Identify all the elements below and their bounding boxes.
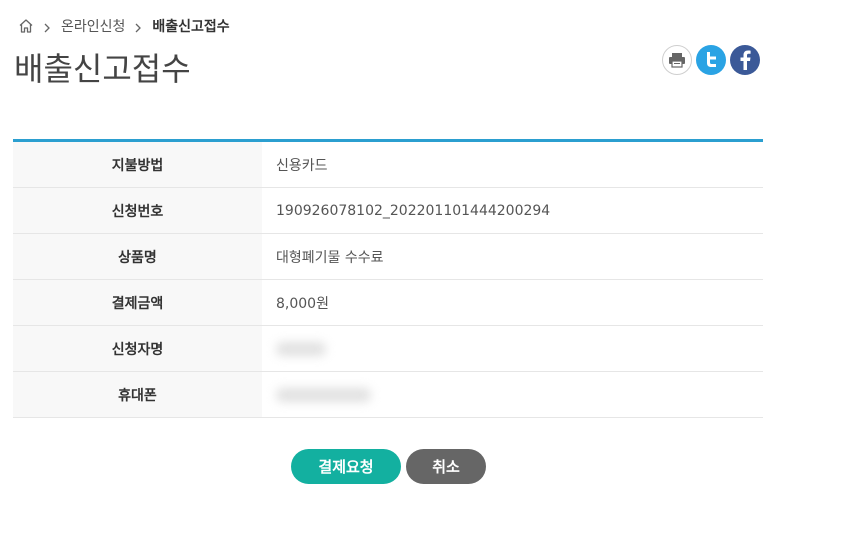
table-row: 결제금액 8,000원 [13,280,763,326]
table-row: 지불방법 신용카드 [13,142,763,188]
row-value: 신용카드 [276,157,328,174]
row-value: 대형폐기물 수수료 [276,249,384,266]
facebook-icon[interactable] [730,45,760,75]
page: 온라인신청 배출신고접수 배출신고접수 지불방법 신용카드 신청번호 19092… [0,0,845,538]
print-icon[interactable] [662,45,692,75]
breadcrumb-item-current: 배출신고접수 [152,19,230,35]
page-title: 배출신고접수 [14,50,191,88]
action-buttons: 결제요청 취소 [291,449,486,484]
table-row: 신청번호 190926078102_202201101444200294 [13,188,763,234]
cancel-button[interactable]: 취소 [406,449,486,484]
home-icon[interactable] [18,18,34,34]
twitter-icon[interactable] [696,45,726,75]
row-label: 지불방법 [13,142,262,187]
table-row: 휴대폰 [13,372,763,418]
share-bar [662,45,760,75]
row-label: 신청번호 [13,188,262,233]
row-value: 190926078102_202201101444200294 [276,202,551,219]
breadcrumb: 온라인신청 배출신고접수 [18,16,230,36]
row-label: 휴대폰 [13,372,262,417]
redacted-phone [262,372,763,417]
row-label: 결제금액 [13,280,262,325]
chevron-right-icon [43,21,51,33]
row-label: 신청자명 [13,326,262,371]
row-value: 8,000원 [276,295,329,312]
table-row: 상품명 대형폐기물 수수료 [13,234,763,280]
table-row: 신청자명 [13,326,763,372]
redacted-applicant-name [262,326,763,371]
row-label: 상품명 [13,234,262,279]
payment-info-table: 지불방법 신용카드 신청번호 190926078102_202201101444… [13,139,763,418]
redacted-text [276,387,371,402]
breadcrumb-item-online-apply[interactable]: 온라인신청 [61,16,125,36]
chevron-right-icon [134,21,142,33]
redacted-text [276,341,326,356]
payment-request-button[interactable]: 결제요청 [291,449,401,484]
